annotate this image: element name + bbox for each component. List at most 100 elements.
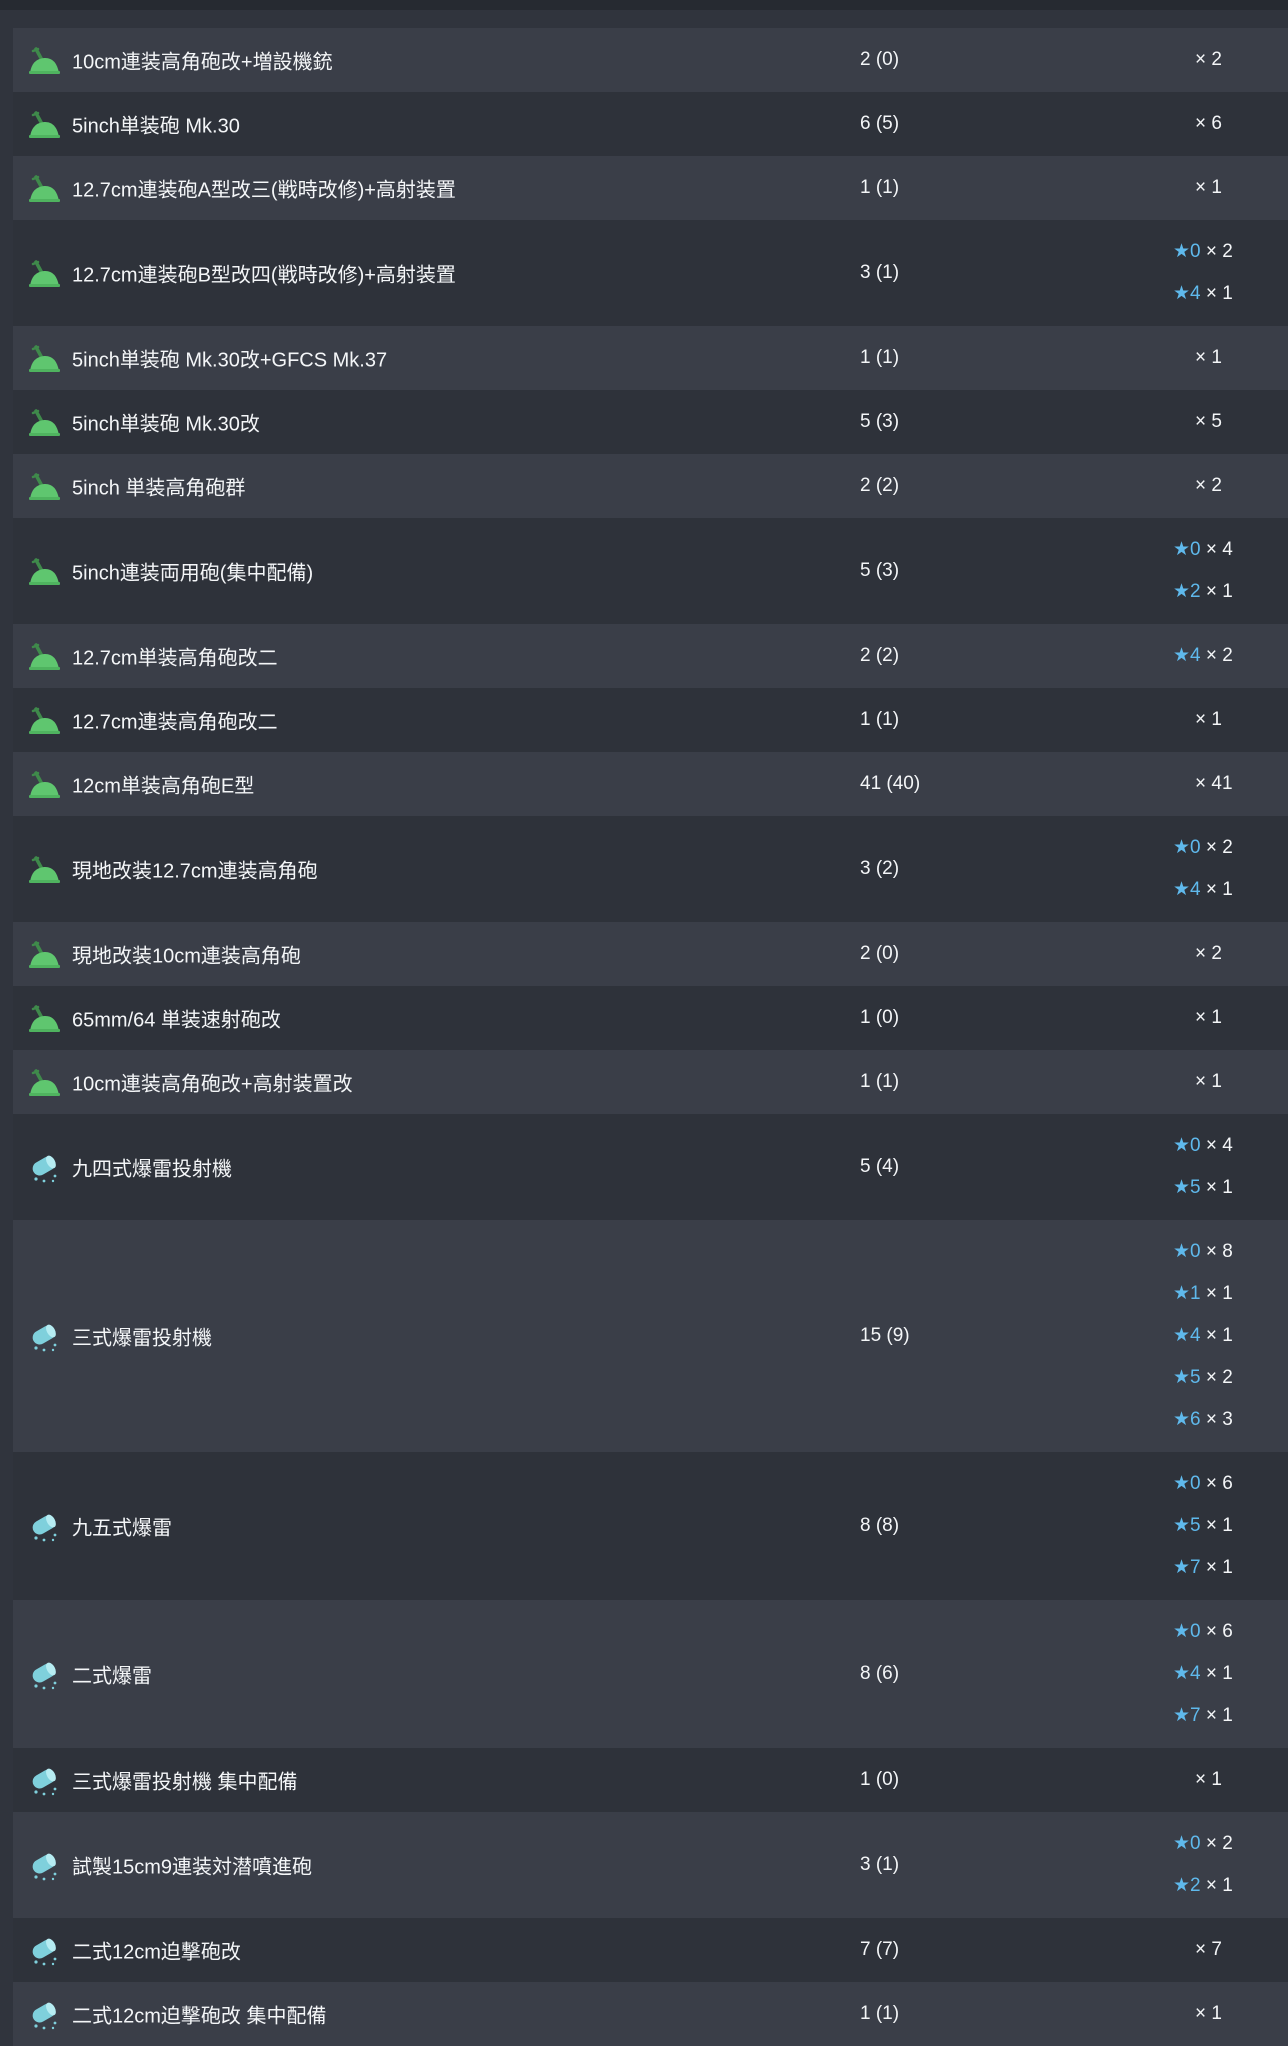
level-quantity: × 1 [1195,347,1222,368]
table-row[interactable]: 三式爆雷投射機 集中配備 1 (0) × 1 [13,1748,1288,1812]
high-angle-gun-icon [29,643,60,670]
item-count: 2 (0) [860,49,900,70]
improvement-levels: × 1 [1173,1759,1222,1801]
level-entry: ★5 × 2 [1173,1357,1233,1399]
star-level: ★0 [1173,837,1201,858]
table-row[interactable]: 三式爆雷投射機 15 (9) ★0 × 8 ★1 × 1 ★4 × 1 ★5 × 2 ★6 … [13,1220,1288,1452]
level-quantity: × 8 [1205,1241,1233,1262]
depth-charge-icon [32,1155,57,1183]
level-entry: × 1 [1173,699,1222,741]
star-level: ★5 [1173,1367,1201,1388]
item-name: 二式12cm迫撃砲改 集中配備 [72,2005,327,2028]
table-row[interactable]: 10cm連装高角砲改+増設機銃 2 (0) × 2 [13,28,1288,92]
table-row[interactable]: 5inch単装砲 Mk.30改 5 (3) × 5 [13,390,1288,454]
item-count: 1 (0) [860,1007,900,1028]
level-entry: × 1 [1173,1061,1222,1103]
star-level: ★5 [1173,1515,1201,1536]
table-row[interactable]: 12.7cm単装高角砲改二 2 (2) ★4 × 2 [13,624,1288,688]
level-quantity: × 2 [1205,1833,1233,1854]
level-quantity: × 1 [1195,177,1222,198]
table-row[interactable]: 5inch単装砲 Mk.30 6 (5) × 6 [13,92,1288,156]
depth-charge-icon [32,1662,57,1690]
level-quantity: × 2 [1195,475,1222,496]
level-entry: × 7 [1173,1929,1222,1971]
level-entry: ★6 × 3 [1173,1399,1233,1441]
item-count: 1 (1) [860,1071,900,1092]
item-name: 三式爆雷投射機 [72,1327,212,1350]
level-entry: ★4 × 1 [1173,1315,1233,1357]
level-quantity: × 5 [1195,411,1222,432]
level-quantity: × 2 [1205,837,1233,858]
level-quantity: × 1 [1205,1557,1233,1578]
table-row[interactable]: 65mm/64 単装速射砲改 1 (0) × 1 [13,986,1288,1050]
level-quantity: × 1 [1205,1875,1233,1896]
level-entry: ★4 × 2 [1173,635,1233,677]
level-quantity: × 1 [1205,1515,1233,1536]
level-entry: ★1 × 1 [1173,1273,1233,1315]
table-row[interactable]: 九五式爆雷 8 (8) ★0 × 6 ★5 × 1 ★7 × 1 [13,1452,1288,1600]
level-quantity: × 1 [1205,1325,1233,1346]
table-row[interactable]: 九四式爆雷投射機 5 (4) ★0 × 4 ★5 × 1 [13,1114,1288,1220]
improvement-levels: × 2 [1173,465,1222,507]
depth-charge-icon [32,1768,57,1796]
depth-charge-icon [32,1853,57,1881]
item-count: 3 (2) [860,858,900,879]
table-row[interactable]: 12.7cm連装砲B型改四(戦時改修)+高射装置 3 (1) ★0 × 2 ★4 × … [13,220,1288,326]
high-angle-gun-icon [29,175,60,202]
star-level: ★0 [1173,1833,1201,1854]
table-row[interactable]: 5inch単装砲 Mk.30改+GFCS Mk.37 1 (1) × 1 [13,326,1288,390]
level-entry: ★4 × 1 [1173,869,1233,911]
item-count: 2 (2) [860,475,900,496]
item-name: 三式爆雷投射機 集中配備 [72,1771,298,1794]
table-row[interactable]: 現地改装10cm連装高角砲 2 (0) × 2 [13,922,1288,986]
table-row[interactable]: 二式12cm迫撃砲改 7 (7) × 7 [13,1918,1288,1982]
level-quantity: × 6 [1205,1621,1233,1642]
improvement-levels: × 1 [1173,1061,1222,1103]
item-name: 現地改装12.7cm連装高角砲 [72,860,318,883]
table-row[interactable]: 10cm連装高角砲改+高射装置改 1 (1) × 1 [13,1050,1288,1114]
level-entry: × 2 [1173,465,1222,507]
star-level: ★4 [1173,283,1201,304]
item-count: 2 (0) [860,943,900,964]
table-row[interactable]: 5inch 単装高角砲群 2 (2) × 2 [13,454,1288,518]
level-entry: ★2 × 1 [1173,571,1233,613]
star-level: ★7 [1173,1557,1201,1578]
high-angle-gun-icon [29,941,60,968]
item-name: 5inch単装砲 Mk.30改+GFCS Mk.37 [72,349,388,372]
item-count: 15 (9) [860,1325,910,1346]
high-angle-gun-icon [29,856,60,883]
level-entry: ★0 × 4 [1173,529,1233,571]
improvement-levels: ★4 × 2 [1173,635,1233,677]
improvement-levels: × 1 [1173,997,1222,1039]
table-row[interactable]: 現地改装12.7cm連装高角砲 3 (2) ★0 × 2 ★4 × 1 [13,816,1288,922]
improvement-levels: × 1 [1173,699,1222,741]
high-angle-gun-icon [29,47,60,74]
item-name: 5inch 単装高角砲群 [72,477,246,500]
table-row[interactable]: 二式12cm迫撃砲改 集中配備 1 (1) × 1 [13,1982,1288,2046]
star-level: ★0 [1173,1621,1201,1642]
level-quantity: × 2 [1195,49,1222,70]
improvement-levels: ★0 × 2 ★4 × 1 [1173,827,1233,911]
table-row[interactable]: 12.7cm連装砲A型改三(戦時改修)+高射装置 1 (1) × 1 [13,156,1288,220]
star-level: ★7 [1173,1705,1201,1726]
level-entry: ★0 × 4 [1173,1125,1233,1167]
improvement-levels: ★0 × 2 ★2 × 1 [1173,1823,1233,1907]
level-entry: ★0 × 6 [1173,1463,1233,1505]
level-quantity: × 41 [1195,773,1233,794]
table-row[interactable]: 5inch連装両用砲(集中配備) 5 (3) ★0 × 4 ★2 × 1 [13,518,1288,624]
level-entry: ★0 × 2 [1173,1823,1233,1865]
improvement-levels: ★0 × 6 ★5 × 1 ★7 × 1 [1173,1463,1233,1589]
level-quantity: × 2 [1205,241,1233,262]
level-entry: ★0 × 6 [1173,1611,1233,1653]
table-row[interactable]: 二式爆雷 8 (6) ★0 × 6 ★4 × 1 ★7 × 1 [13,1600,1288,1748]
improvement-levels: × 41 [1173,763,1233,805]
item-name: 現地改装10cm連装高角砲 [72,945,301,968]
table-row[interactable]: 試製15cm9連装対潜噴進砲 3 (1) ★0 × 2 ★2 × 1 [13,1812,1288,1918]
level-quantity: × 3 [1205,1409,1233,1430]
improvement-levels: ★0 × 4 ★5 × 1 [1173,1125,1233,1209]
table-row[interactable]: 12.7cm連装高角砲改二 1 (1) × 1 [13,688,1288,752]
item-count: 5 (4) [860,1156,900,1177]
star-level: ★0 [1173,1473,1201,1494]
top-bar [0,0,1288,10]
table-row[interactable]: 12cm単装高角砲E型 41 (40) × 41 [13,752,1288,816]
